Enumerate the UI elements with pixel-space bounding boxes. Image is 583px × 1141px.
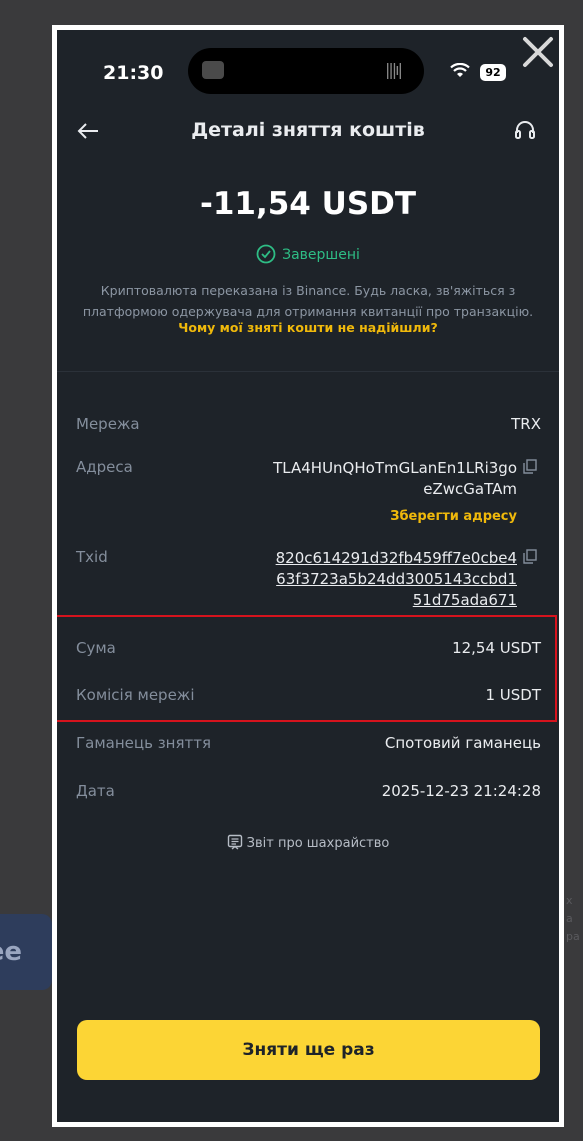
copy-icon[interactable]	[523, 549, 537, 564]
date-value: 2025-12-23 21:24:28	[381, 782, 541, 800]
txid-label: Txid	[76, 548, 108, 566]
fraud-report-link[interactable]: Звіт про шахрайство	[57, 834, 559, 851]
background-text: х	[566, 894, 573, 907]
txid-line: 63f3723a5b24dd3005143ccbd1	[276, 570, 517, 588]
camera-icon	[202, 61, 224, 79]
withdraw-again-button[interactable]: Зняти ще раз	[77, 1020, 540, 1080]
wifi-icon	[450, 62, 470, 84]
address-line: eZwcGaTAm	[423, 480, 517, 498]
wallet-label: Гаманець зняття	[76, 734, 212, 752]
network-value: TRX	[511, 415, 541, 433]
phone-screenshot: 21:30 |||ı| 92 Деталі зняття коштів -11,…	[57, 30, 559, 1122]
fee-value: 1 USDT	[485, 686, 541, 704]
audio-wave-icon: |||ı|	[385, 60, 403, 79]
status-bar: 21:30 |||ı| 92	[57, 30, 559, 122]
wallet-value: Спотовий гаманець	[384, 734, 541, 752]
network-label: Мережа	[76, 415, 140, 433]
status-label: Завершені	[282, 247, 360, 263]
status-row: Завершені	[57, 244, 559, 264]
date-label: Дата	[76, 782, 115, 800]
battery-indicator: 92	[480, 64, 506, 81]
close-icon[interactable]	[518, 32, 558, 72]
background-text: а	[566, 912, 573, 925]
background-button: ee	[0, 914, 52, 990]
background-text: ра	[566, 930, 580, 943]
fraud-report-label: Звіт про шахрайство	[246, 836, 390, 851]
fee-label: Комісія мережі	[76, 686, 195, 704]
headset-icon[interactable]	[513, 118, 537, 142]
address-value: TLA4HUnQHoTmGLanEn1LRi3go eZwcGaTAm	[237, 458, 517, 500]
dynamic-island: |||ı|	[188, 48, 424, 94]
address-label: Адреса	[76, 458, 133, 476]
save-address-link[interactable]: Зберегти адресу	[390, 509, 517, 524]
divider	[57, 371, 559, 372]
withdrawal-amount: -11,54 USDT	[199, 186, 417, 222]
check-circle-icon	[256, 244, 276, 264]
report-icon	[227, 834, 242, 850]
address-line: TLA4HUnQHoTmGLanEn1LRi3go	[273, 459, 517, 477]
page-header: Деталі зняття коштів	[57, 112, 559, 148]
why-not-received-link[interactable]: Чому мої зняті кошти не надійшли?	[57, 320, 559, 335]
txid-value[interactable]: 820c614291d32fb459ff7e0cbe4 63f3723a5b24…	[257, 548, 517, 611]
copy-icon[interactable]	[523, 459, 537, 474]
sum-label: Сума	[76, 639, 116, 657]
sum-value: 12,54 USDT	[452, 639, 541, 657]
info-text: Криптовалюта переказана із Binance. Будь…	[82, 283, 534, 319]
page-title: Деталі зняття коштів	[191, 119, 425, 141]
txid-line: 820c614291d32fb459ff7e0cbe4	[275, 549, 517, 567]
highlight-box	[57, 615, 557, 722]
txid-line: 51d75ada671	[412, 591, 517, 609]
status-time: 21:30	[103, 62, 164, 84]
